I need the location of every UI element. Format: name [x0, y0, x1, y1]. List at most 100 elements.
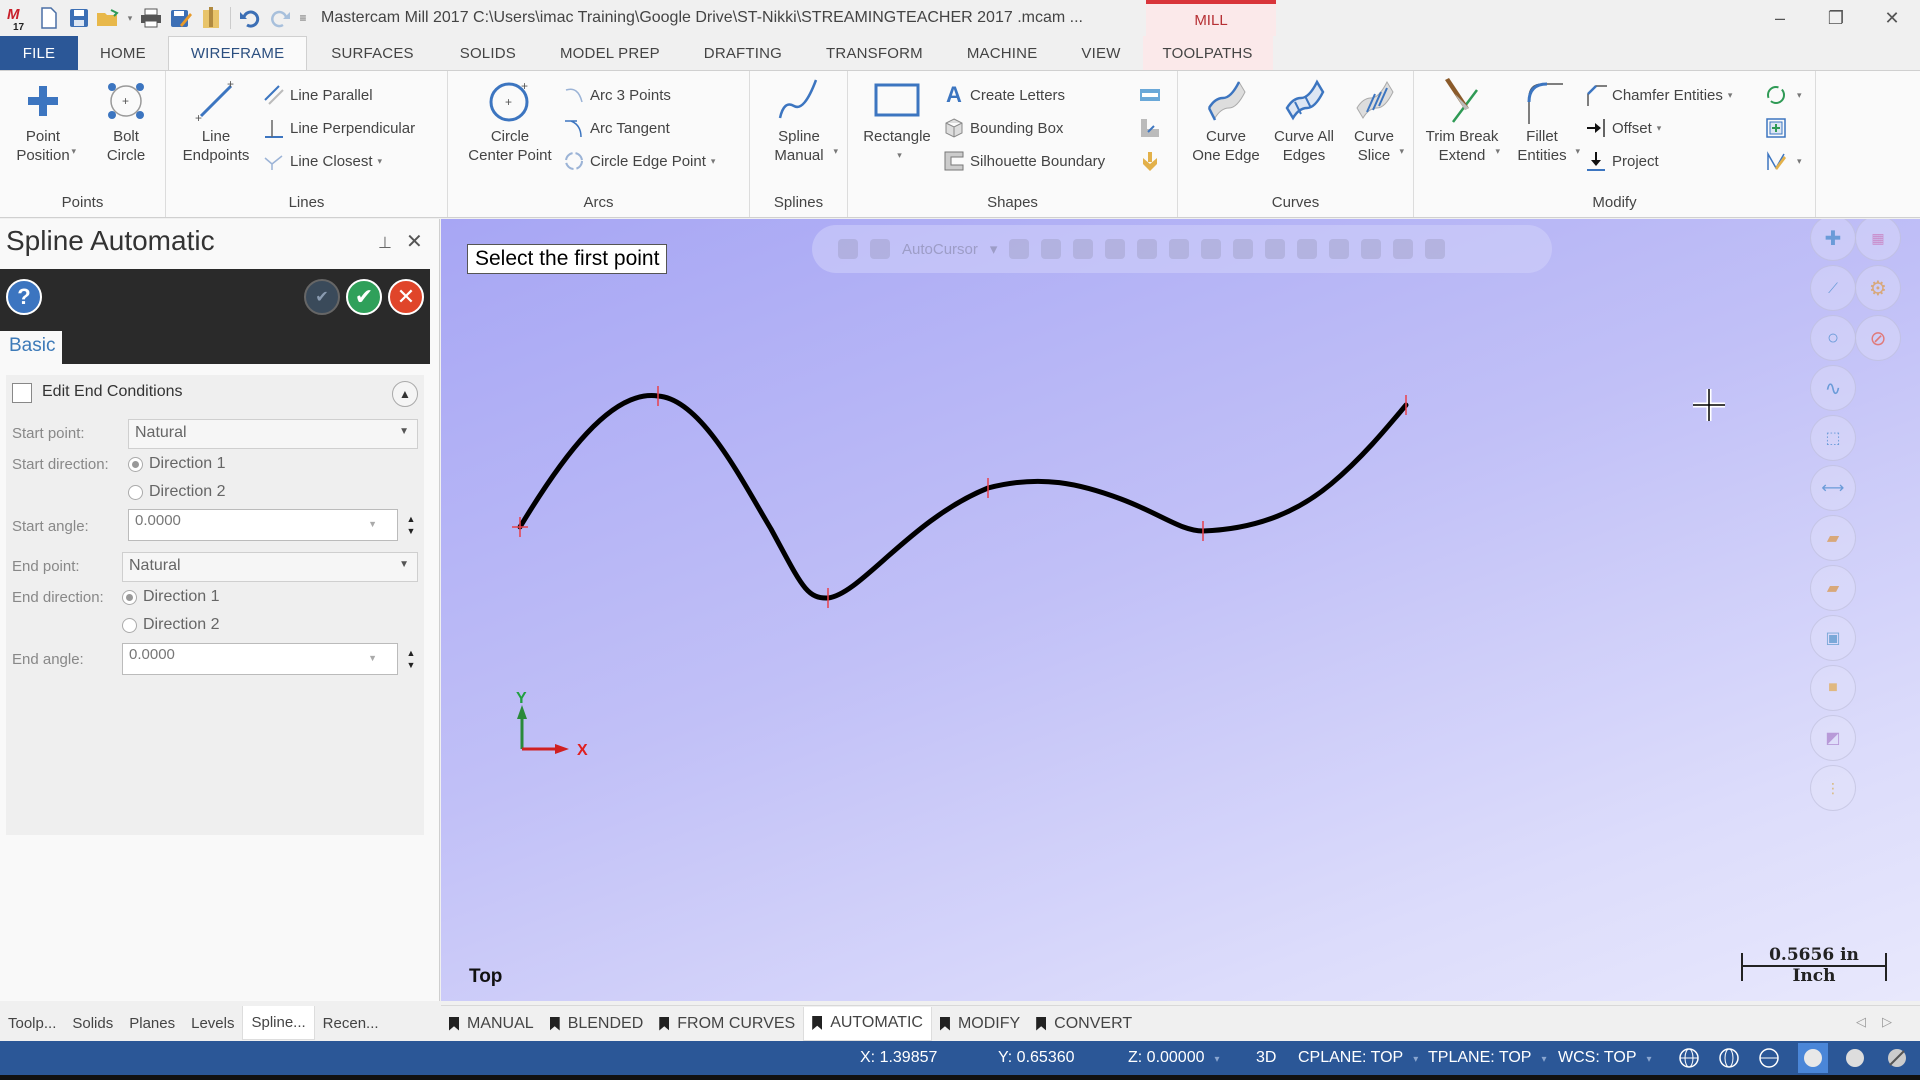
- mode-3d-toggle[interactable]: 3D: [1256, 1049, 1276, 1067]
- print-icon[interactable]: [136, 3, 166, 33]
- arc-tangent-button[interactable]: Arc Tangent: [562, 114, 670, 142]
- save-as-icon[interactable]: [166, 3, 196, 33]
- manager-tab-solids[interactable]: Solids: [64, 1006, 121, 1040]
- surface-icon[interactable]: ▰: [1810, 515, 1856, 561]
- manager-tab-levels[interactable]: Levels: [183, 1006, 242, 1040]
- redo-icon[interactable]: [265, 3, 295, 33]
- block-icon[interactable]: ■: [1810, 665, 1856, 711]
- curve-all-edges-button[interactable]: Curve All Edges: [1264, 77, 1344, 165]
- panel-close-button[interactable]: ✕: [406, 229, 423, 254]
- shaded-outline-globe-icon[interactable]: [1756, 1045, 1782, 1071]
- line-parallel-button[interactable]: Line Parallel: [262, 81, 373, 109]
- tab-view[interactable]: VIEW: [1059, 36, 1142, 70]
- chamfer-entities-button[interactable]: Chamfer Entities ▾: [1584, 81, 1732, 109]
- end-point-select[interactable]: Natural ▼: [122, 552, 418, 582]
- spline-wave-icon[interactable]: ∿: [1810, 365, 1856, 411]
- line-closest-button[interactable]: Line Closest ▾: [262, 147, 382, 175]
- translucency-icon[interactable]: [1884, 1045, 1910, 1071]
- shape-tool-3-button[interactable]: [1138, 147, 1166, 175]
- project-button[interactable]: Project: [1584, 147, 1659, 175]
- circle-center-point-button[interactable]: + + Circle Center Point: [460, 77, 560, 165]
- pin-icon[interactable]: ⊥: [378, 233, 392, 253]
- restore-button[interactable]: ❐: [1808, 0, 1864, 36]
- cancel-button[interactable]: ✕: [388, 279, 424, 315]
- end-direction-1-radio[interactable]: Direction 1: [122, 588, 219, 606]
- layers-icon[interactable]: ◩: [1810, 715, 1856, 761]
- curve-one-edge-button[interactable]: Curve One Edge: [1186, 77, 1266, 165]
- tab-file[interactable]: FILE: [0, 36, 78, 70]
- viewsheet-tab-blended[interactable]: BLENDED: [542, 1007, 652, 1041]
- bounding-box-button[interactable]: Bounding Box: [942, 114, 1063, 142]
- offset-button[interactable]: Offset ▾: [1584, 114, 1661, 142]
- properties-icon[interactable]: [196, 3, 226, 33]
- viewsheet-tab-automatic[interactable]: AUTOMATIC: [803, 1006, 932, 1041]
- tab-basic[interactable]: Basic: [0, 331, 62, 364]
- start-direction-1-radio[interactable]: Direction 1: [128, 455, 225, 473]
- tab-surfaces[interactable]: SURFACES: [307, 36, 437, 70]
- viewsheet-tab-modify[interactable]: MODIFY: [932, 1007, 1028, 1041]
- open-folder-icon[interactable]: [94, 3, 124, 33]
- manager-tab-spline[interactable]: Spline...: [242, 1006, 315, 1040]
- manager-tab-planes[interactable]: Planes: [121, 1006, 183, 1040]
- new-file-icon[interactable]: [34, 3, 64, 33]
- end-direction-2-radio[interactable]: Direction 2: [122, 616, 219, 634]
- manager-tab-toolpaths[interactable]: Toolp...: [0, 1006, 64, 1040]
- bolt-circle-button[interactable]: + Bolt Circle: [96, 77, 156, 165]
- viewsheet-scroll-arrows[interactable]: ◁▷: [1856, 1014, 1908, 1030]
- tab-solids[interactable]: SOLIDS: [438, 36, 538, 70]
- minimize-button[interactable]: –: [1752, 0, 1808, 36]
- ok-and-create-new-button[interactable]: ✔: [304, 279, 340, 315]
- point-position-button[interactable]: Point Position ▾: [12, 77, 76, 165]
- ok-button[interactable]: ✔: [346, 279, 382, 315]
- open-dropdown-icon[interactable]: ▾: [124, 3, 136, 33]
- shaded-sphere-icon[interactable]: [1798, 1043, 1828, 1073]
- tab-machine[interactable]: MACHINE: [945, 36, 1060, 70]
- shape-tool-2-button[interactable]: [1138, 114, 1166, 142]
- edit-end-conditions-checkbox[interactable]: [12, 383, 32, 403]
- cplane-selector[interactable]: CPLANE: TOP ▾: [1298, 1049, 1418, 1067]
- help-button[interactable]: ?: [6, 279, 42, 315]
- shaded-sphere-2-icon[interactable]: [1842, 1045, 1868, 1071]
- viewsheet-tab-convert[interactable]: CONVERT: [1028, 1007, 1140, 1041]
- tab-model-prep[interactable]: MODEL PREP: [538, 36, 682, 70]
- circle-edge-point-button[interactable]: Circle Edge Point ▾: [562, 147, 715, 175]
- end-angle-spinner[interactable]: ▲ ▼: [404, 644, 418, 674]
- viewsheet-tab-manual[interactable]: MANUAL: [441, 1007, 542, 1041]
- end-angle-input[interactable]: 0.0000 ▼: [122, 643, 398, 675]
- curve-slice-button[interactable]: Curve Slice ▾: [1344, 77, 1404, 165]
- tab-toolpaths[interactable]: TOOLPATHS: [1142, 36, 1273, 70]
- settings-gear-icon[interactable]: ⚙: [1855, 265, 1901, 311]
- spline-manual-button[interactable]: Spline Manual ▾: [760, 77, 838, 165]
- trim-break-extend-button[interactable]: Trim Break Extend ▾: [1420, 77, 1504, 165]
- modify-tool-1-button[interactable]: ▾: [1764, 81, 1802, 109]
- hidden-lines-globe-icon[interactable]: [1716, 1045, 1742, 1071]
- box-icon[interactable]: ⬚: [1810, 415, 1856, 461]
- dimension-icon[interactable]: ⟷: [1810, 465, 1856, 511]
- line-endpoints-button[interactable]: + + Line Endpoints: [178, 77, 254, 165]
- more-tools-icon[interactable]: ⋮: [1810, 765, 1856, 811]
- no-entry-icon[interactable]: ⊘: [1855, 315, 1901, 361]
- wcs-selector[interactable]: WCS: TOP ▾: [1558, 1049, 1652, 1067]
- save-icon[interactable]: [64, 3, 94, 33]
- viewsheet-tab-from-curves[interactable]: FROM CURVES: [651, 1007, 803, 1041]
- tab-home[interactable]: HOME: [78, 36, 168, 70]
- line-points-icon[interactable]: ⟋: [1810, 265, 1856, 311]
- wireframe-globe-icon[interactable]: [1676, 1045, 1702, 1071]
- graphics-viewport[interactable]: Select the first point AutoCursor ▾ Y X: [441, 219, 1920, 1001]
- line-perpendicular-button[interactable]: Line Perpendicular: [262, 114, 415, 142]
- start-point-select[interactable]: Natural ▼: [128, 419, 418, 449]
- start-direction-2-radio[interactable]: Direction 2: [128, 483, 225, 501]
- start-angle-spinner[interactable]: ▲ ▼: [404, 510, 418, 540]
- circle-icon[interactable]: ○: [1810, 315, 1856, 361]
- tab-drafting[interactable]: DRAFTING: [682, 36, 804, 70]
- collapse-section-button[interactable]: ▲: [392, 381, 418, 407]
- arc-3-points-button[interactable]: Arc 3 Points: [562, 81, 671, 109]
- solid-box-icon[interactable]: ▣: [1810, 615, 1856, 661]
- fillet-entities-button[interactable]: Fillet Entities ▾: [1504, 77, 1580, 165]
- create-letters-button[interactable]: A Create Letters: [942, 81, 1065, 109]
- shape-tool-1-button[interactable]: [1138, 81, 1166, 109]
- modify-tool-2-button[interactable]: [1764, 114, 1792, 142]
- undo-icon[interactable]: [235, 3, 265, 33]
- customize-toolbar-icon[interactable]: ≡: [295, 3, 311, 33]
- start-angle-input[interactable]: 0.0000 ▼: [128, 509, 398, 541]
